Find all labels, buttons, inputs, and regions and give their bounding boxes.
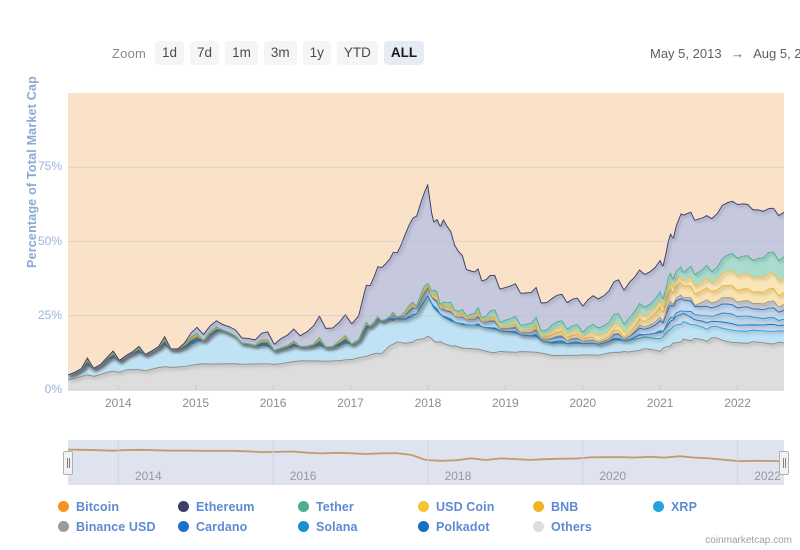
legend-label: Ethereum <box>196 500 254 514</box>
legend-item-tether[interactable]: Tether <box>298 498 354 515</box>
legend-item-xrp[interactable]: XRP <box>653 498 697 515</box>
navigator-tick-2020: 2020 <box>583 469 643 483</box>
legend-item-cardano[interactable]: Cardano <box>178 518 247 535</box>
legend-label: Tether <box>316 500 354 514</box>
legend-marker-icon <box>653 501 664 512</box>
navigator-tick-2014: 2014 <box>118 469 178 483</box>
legend-item-bnb[interactable]: BNB <box>533 498 578 515</box>
navigator-tick-2018: 2018 <box>428 469 488 483</box>
legend-label: Cardano <box>196 520 247 534</box>
legend-label: Others <box>551 520 592 534</box>
legend-marker-icon <box>58 501 69 512</box>
legend-marker-icon <box>533 521 544 532</box>
legend-label: BNB <box>551 500 578 514</box>
stacked-area-plot <box>0 0 800 420</box>
credits-label[interactable]: coinmarketcap.com <box>705 535 792 546</box>
legend-marker-icon <box>418 521 429 532</box>
legend-label: Bitcoin <box>76 500 119 514</box>
legend-label: XRP <box>671 500 697 514</box>
legend-item-ethereum[interactable]: Ethereum <box>178 498 254 515</box>
legend-item-others[interactable]: Others <box>533 518 592 535</box>
legend-item-usd-coin[interactable]: USD Coin <box>418 498 494 515</box>
legend-marker-icon <box>418 501 429 512</box>
legend-label: Solana <box>316 520 358 534</box>
legend-marker-icon <box>533 501 544 512</box>
chart-navigator[interactable]: 20142016201820202022 <box>68 440 784 485</box>
legend-item-polkadot[interactable]: Polkadot <box>418 518 490 535</box>
market-dominance-chart: Zoom 1d7d1m3m1yYTDALL May 5, 2013 → Aug … <box>0 0 800 550</box>
legend-label: USD Coin <box>436 500 494 514</box>
legend-marker-icon <box>298 521 309 532</box>
navigator-tick-2016: 2016 <box>273 469 333 483</box>
navigator-handle-left[interactable] <box>63 451 73 475</box>
legend-marker-icon <box>178 501 189 512</box>
navigator-line <box>68 450 784 462</box>
legend-item-bitcoin[interactable]: Bitcoin <box>58 498 119 515</box>
legend-item-solana[interactable]: Solana <box>298 518 358 535</box>
legend-item-binance-usd[interactable]: Binance USD <box>58 518 156 535</box>
legend-label: Polkadot <box>436 520 490 534</box>
legend-marker-icon <box>298 501 309 512</box>
navigator-handle-right[interactable] <box>779 451 789 475</box>
chart-legend: Bitcoin Ethereum Tether USD Coin BNB XRP Binan… <box>0 498 800 538</box>
legend-label: Binance USD <box>76 520 156 534</box>
legend-marker-icon <box>58 521 69 532</box>
legend-marker-icon <box>178 521 189 532</box>
